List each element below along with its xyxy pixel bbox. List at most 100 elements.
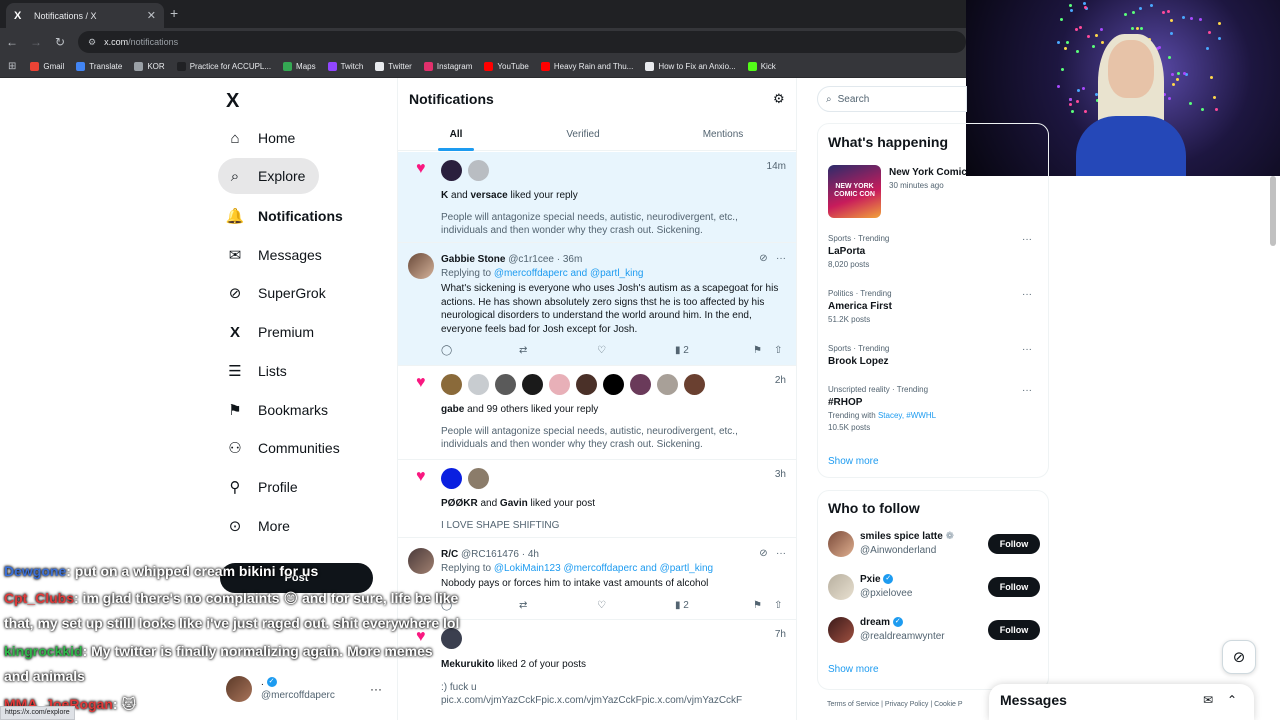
bookmark-item[interactable]: Practice for ACCUPL...	[176, 62, 271, 71]
notification-item[interactable]: ♥ 14m K and versace liked your reply Peo…	[398, 152, 796, 243]
more-icon[interactable]: ···	[1022, 289, 1032, 300]
share-icon[interactable]: ⇧	[774, 345, 782, 356]
show-more-link[interactable]: Show more	[828, 456, 879, 467]
messages-dock[interactable]: Messages ✉ ⌃	[989, 684, 1254, 720]
avatar[interactable]	[441, 468, 462, 489]
follow-button[interactable]: Follow	[988, 534, 1040, 554]
reply-item[interactable]: R/C @RC161476 · 4h ⊘ ··· Replying to @Lo…	[398, 538, 796, 620]
bookmark-item[interactable]: Gmail	[30, 62, 64, 71]
avatar[interactable]	[603, 374, 624, 395]
bookmark-item[interactable]: YouTube	[484, 62, 529, 71]
retweet-icon[interactable]: ⇄	[519, 600, 527, 611]
apps-grid-icon[interactable]: ⊞	[8, 61, 16, 72]
bookmark-item[interactable]: Instagram	[423, 62, 472, 71]
footer-links[interactable]: Terms of Service | Privacy Policy | Cook…	[827, 701, 963, 708]
grok-fab-icon[interactable]: ⊘	[1222, 640, 1256, 674]
avatar[interactable]	[828, 574, 854, 600]
follow-suggestion[interactable]: smiles spice latte ❁ @Ainwonderland Foll…	[828, 530, 1040, 560]
sidebar-item-explore[interactable]: ⌕ Explore	[218, 158, 320, 194]
bookmark-icon[interactable]: ⚑	[753, 345, 762, 356]
bookmark-icon[interactable]: ⚑	[753, 600, 762, 611]
news-thumbnail[interactable]: NEW YORK COMIC CON	[828, 165, 881, 218]
scrollbar[interactable]	[1270, 176, 1276, 246]
sidebar-item-notifications[interactable]: 🔔 Notifications	[218, 198, 357, 234]
tab-mentions[interactable]: Mentions	[658, 118, 788, 151]
grok-icon[interactable]: ⊘ ···	[759, 253, 786, 264]
news-title[interactable]: New York Comic	[889, 167, 967, 178]
more-icon[interactable]: ···	[370, 682, 382, 696]
sidebar-item-messages[interactable]: ✉ Messages	[218, 237, 336, 273]
views-icon[interactable]: ▮ 2	[675, 345, 689, 356]
quoted-link[interactable]: pic.x.com/vjmYazCckFpic.x.com/vjmYazCckF…	[441, 694, 761, 707]
bookmark-item[interactable]: KOR	[134, 62, 165, 71]
sidebar-item-home[interactable]: ⌂ Home	[218, 120, 309, 156]
bookmark-item[interactable]: Twitch	[327, 62, 363, 71]
bookmark-item[interactable]: How to Fix an Anxio...	[645, 62, 736, 71]
account-switcher[interactable]: . ✓ @mercoffdaperc ···	[226, 672, 386, 706]
follow-button[interactable]: Follow	[988, 620, 1040, 640]
trend-item[interactable]: Unscripted reality · Trending #RHOP Tren…	[828, 385, 1038, 432]
reply-icon[interactable]: ◯	[441, 600, 452, 611]
avatar[interactable]	[441, 374, 462, 395]
bookmark-item[interactable]: Translate	[76, 62, 122, 71]
forward-icon[interactable]: →	[24, 35, 48, 49]
follow-suggestion[interactable]: dream ✓ @realdreamwynter Follow	[828, 616, 1040, 646]
avatar[interactable]	[468, 374, 489, 395]
tab-close-icon[interactable]: ✕	[147, 9, 156, 22]
like-icon[interactable]: ♡	[597, 345, 606, 356]
avatar[interactable]	[828, 617, 854, 643]
search-input[interactable]: ⌕ Search	[817, 86, 967, 112]
like-icon[interactable]: ♡	[597, 600, 606, 611]
avatar[interactable]	[522, 374, 543, 395]
reply-item[interactable]: Gabbie Stone @c1r1cee · 36m ⊘ ··· Replyi…	[398, 243, 796, 366]
settings-gear-icon[interactable]: ⚙	[773, 91, 785, 107]
tab-all[interactable]: All	[398, 118, 514, 151]
more-icon[interactable]: ···	[1022, 385, 1032, 396]
notification-item[interactable]: ♥ 3h PØØKR and Gavin liked your post I L…	[398, 460, 796, 538]
avatar[interactable]	[576, 374, 597, 395]
chevron-up-icon[interactable]: ⌃	[1227, 693, 1237, 707]
bookmark-item[interactable]: Maps	[283, 62, 316, 71]
back-icon[interactable]: ←	[0, 35, 24, 49]
sidebar-item-profile[interactable]: ⚲ Profile	[218, 469, 312, 505]
sidebar-item-premium[interactable]: X Premium	[218, 314, 328, 350]
notification-item[interactable]: ♥ 2h gabe and 99 others liked your reply…	[398, 366, 796, 460]
retweet-icon[interactable]: ⇄	[519, 345, 527, 356]
show-more-link[interactable]: Show more	[828, 664, 879, 675]
trend-item[interactable]: Sports · Trending Brook Lopez ···	[828, 344, 1038, 367]
sidebar-item-more[interactable]: ⊙ More	[218, 508, 304, 544]
tab-verified[interactable]: Verified	[518, 118, 648, 151]
bookmark-item[interactable]: Kick	[747, 62, 776, 71]
avatar[interactable]	[468, 468, 489, 489]
trend-item[interactable]: Sports · Trending LaPorta 8,020 posts ··…	[828, 234, 1038, 269]
sidebar-item-lists[interactable]: ☰ Lists	[218, 353, 301, 389]
avatar[interactable]	[441, 628, 462, 649]
x-logo-icon[interactable]: X	[226, 90, 239, 113]
new-message-icon[interactable]: ✉	[1203, 693, 1213, 707]
views-icon[interactable]: ▮ 2	[675, 600, 689, 611]
browser-tab[interactable]: X Notifications / X ✕	[6, 3, 164, 28]
follow-suggestion[interactable]: Pxie ✓ @pxielovee Follow	[828, 573, 1040, 603]
reply-icon[interactable]: ◯	[441, 345, 452, 356]
avatar[interactable]	[828, 531, 854, 557]
grok-icon[interactable]: ⊘ ···	[759, 548, 786, 559]
avatar[interactable]	[408, 253, 434, 279]
avatar[interactable]	[441, 160, 462, 181]
more-icon[interactable]: ···	[1022, 234, 1032, 245]
avatar[interactable]	[657, 374, 678, 395]
trend-item[interactable]: Politics · Trending America First 51.2K …	[828, 289, 1038, 324]
sidebar-item-bookmarks[interactable]: ⚑ Bookmarks	[218, 392, 342, 428]
notification-item[interactable]: ♥ 7h Mekurukito liked 2 of your posts :)…	[398, 620, 796, 720]
avatar[interactable]	[408, 548, 434, 574]
sidebar-item-communities[interactable]: ⚇ Communities	[218, 430, 354, 466]
avatar[interactable]	[630, 374, 651, 395]
avatar[interactable]	[468, 160, 489, 181]
new-tab-icon[interactable]: +	[170, 5, 178, 21]
more-icon[interactable]: ···	[1022, 344, 1032, 355]
url-field[interactable]: ⚙ x.com/notifications	[78, 31, 966, 53]
reload-icon[interactable]: ↻	[48, 35, 72, 49]
avatar[interactable]	[684, 374, 705, 395]
share-icon[interactable]: ⇧	[774, 600, 782, 611]
post-button[interactable]: Post	[220, 563, 373, 593]
avatar[interactable]	[549, 374, 570, 395]
